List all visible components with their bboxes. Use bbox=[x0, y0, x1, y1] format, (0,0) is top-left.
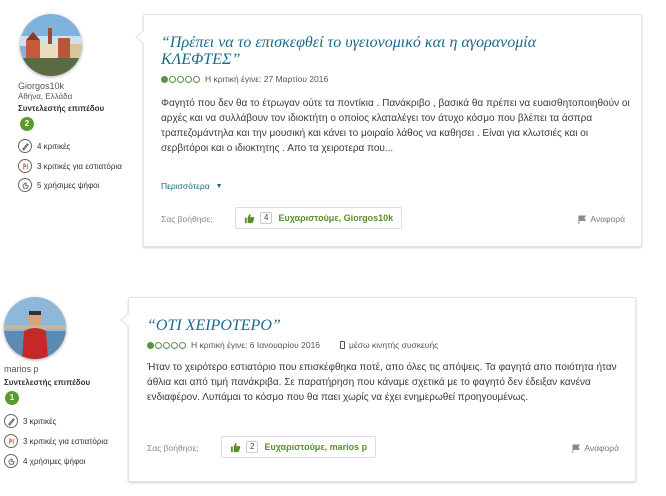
avatar-photo-icon bbox=[20, 14, 82, 76]
reviewer-location: Αθήνα, Ελλάδα bbox=[18, 92, 73, 101]
stat-text: 3 κριτικές για εστιατόρια bbox=[37, 161, 122, 171]
review-title[interactable]: “ΟΤΙ ΧΕΙΡΟΤΕΡΟ” bbox=[147, 317, 577, 334]
avatar[interactable] bbox=[4, 297, 66, 359]
review-text: Ήταν το χειρότερο εστιατόριο που επισκέφ… bbox=[147, 362, 617, 403]
restaurant-icon bbox=[18, 159, 32, 173]
rating-bubble-empty bbox=[171, 341, 178, 349]
thanks-button[interactable]: 2 Ευχαριστούμε, marios p bbox=[221, 436, 377, 458]
stat-restaurant-reviews: 3 κριτικές για εστιατόρια bbox=[4, 434, 108, 448]
review-card: “ΟΤΙ ΧΕΙΡΟΤΕΡΟ” Η κριτική έγινε: 6 Ιανου… bbox=[120, 297, 636, 482]
review-date: Η κριτική έγινε: 6 Ιανουαρίου 2016 bbox=[191, 340, 321, 350]
rating-bubble-empty bbox=[185, 75, 192, 83]
rating-bubbles bbox=[147, 341, 187, 349]
rating-row: Η κριτική έγινε: 27 Μαρτίου 2016 bbox=[161, 73, 328, 85]
thumbs-up-icon bbox=[230, 442, 241, 452]
reviewer-profile: Giorgos10k Αθήνα, Ελλάδα Συντελεστής επι… bbox=[0, 0, 125, 250]
rating-bubble-empty bbox=[179, 341, 186, 349]
thumbs-up-icon bbox=[244, 213, 255, 223]
thanks-button[interactable]: 4 Ευχαριστούμε, Giorgos10k bbox=[235, 207, 403, 229]
stat-text: 4 χρήσιμες ψήφοι bbox=[23, 456, 86, 466]
rating-bubble-empty bbox=[193, 75, 200, 83]
rating-bubble-empty bbox=[177, 75, 184, 83]
stat-text: 3 κριτικές για εστιατόρια bbox=[23, 436, 108, 446]
reviewer-profile: marios p Συντελεστής επιπέδου 1 3 κριτικ… bbox=[0, 270, 125, 496]
report-label: Αναφορά bbox=[584, 443, 619, 453]
review-title[interactable]: “Πρέπει να το επισκεφθεί το υγειονομικό … bbox=[161, 34, 591, 68]
stat-text: 3 κριτικές bbox=[23, 416, 57, 426]
report-link[interactable]: Αναφορά bbox=[572, 443, 619, 453]
review-date: Η κριτική έγινε: 27 Μαρτίου 2016 bbox=[205, 74, 329, 84]
rating-bubble-empty bbox=[163, 341, 170, 349]
report-link[interactable]: Αναφορά bbox=[578, 214, 625, 224]
stat-reviews: 4 κριτικές bbox=[18, 139, 70, 153]
helpful-label: Σας βοήθησε; bbox=[161, 214, 213, 224]
rating-bubble-empty bbox=[155, 341, 162, 349]
pen-icon bbox=[4, 414, 18, 428]
level-badge: 1 bbox=[5, 391, 19, 405]
stat-helpful-votes: 4 χρήσιμες ψήφοι bbox=[4, 454, 85, 468]
flag-icon bbox=[572, 443, 581, 453]
review-card: “Πρέπει να το επισκεφθεί το υγειονομικό … bbox=[135, 14, 642, 247]
stat-text: 5 χρήσιμες ψήφοι bbox=[37, 180, 100, 190]
level-label: Συντελεστής επιπέδου bbox=[18, 104, 105, 113]
rating-bubble-empty bbox=[169, 75, 176, 83]
reviewer-username[interactable]: Giorgos10k bbox=[18, 81, 64, 91]
stat-restaurant-reviews: 3 κριτικές για εστιατόρια bbox=[18, 159, 122, 173]
mobile-indicator: μέσω κινητής συσκευής bbox=[340, 340, 438, 350]
rating-bubble-filled bbox=[147, 341, 154, 349]
stat-helpful-votes: 5 χρήσιμες ψήφοι bbox=[18, 178, 99, 192]
review-text: Φαγητό που δεν θα το έτρωγαν ούτε τα πον… bbox=[161, 98, 630, 154]
rating-bubble-filled bbox=[161, 75, 168, 83]
mobile-text: μέσω κινητής συσκευής bbox=[349, 340, 439, 350]
rating-row: Η κριτική έγινε: 6 Ιανουαρίου 2016 μέσω … bbox=[147, 339, 438, 351]
rating-bubbles bbox=[161, 75, 201, 83]
mobile-phone-icon bbox=[340, 341, 346, 349]
level-badge: 2 bbox=[20, 117, 34, 131]
review-1: Giorgos10k Αθήνα, Ελλάδα Συντελεστής επι… bbox=[0, 0, 666, 250]
read-more-label: Περισσότερα bbox=[161, 181, 210, 191]
flag-icon bbox=[578, 214, 587, 224]
chevron-down-icon: ▼ bbox=[215, 182, 223, 190]
pen-icon bbox=[18, 139, 32, 153]
restaurant-icon bbox=[4, 434, 18, 448]
thanks-text: Ευχαριστούμε, Giorgos10k bbox=[278, 213, 394, 223]
thumbs-icon bbox=[18, 178, 32, 192]
thanks-count: 2 bbox=[246, 441, 259, 453]
stat-text: 4 κριτικές bbox=[37, 141, 71, 151]
avatar-photo-icon bbox=[4, 297, 66, 359]
helpful-label: Σας βοήθησε; bbox=[147, 443, 199, 453]
thumbs-icon bbox=[4, 454, 18, 468]
level-label: Συντελεστής επιπέδου bbox=[4, 378, 91, 387]
avatar[interactable] bbox=[20, 14, 82, 76]
reviewer-username[interactable]: marios p bbox=[4, 364, 39, 374]
thanks-text: Ευχαριστούμε, marios p bbox=[264, 442, 368, 452]
review-2: marios p Συντελεστής επιπέδου 1 3 κριτικ… bbox=[0, 270, 666, 496]
stat-reviews: 3 κριτικές bbox=[4, 414, 56, 428]
report-label: Αναφορά bbox=[590, 214, 625, 224]
read-more-link[interactable]: Περισσότερα ▼ bbox=[161, 181, 223, 191]
thanks-count: 4 bbox=[260, 212, 273, 224]
